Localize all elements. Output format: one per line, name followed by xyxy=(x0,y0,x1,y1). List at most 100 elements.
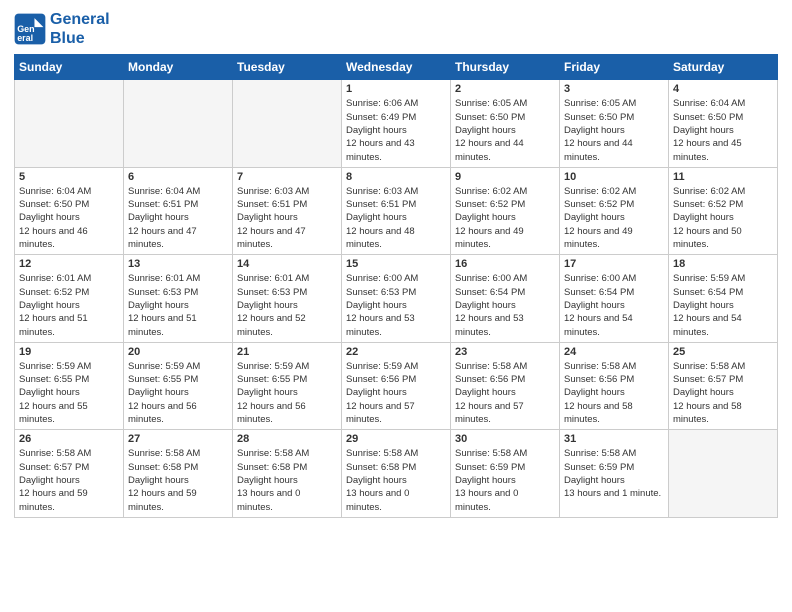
sunrise-label: Sunrise: 6:01 AM xyxy=(237,273,309,284)
daylight-value: 12 hours and 59 minutes. xyxy=(19,488,88,512)
day-number: 12 xyxy=(19,258,119,270)
day-info: Sunrise: 5:58 AM Sunset: 6:56 PM Dayligh… xyxy=(564,360,664,426)
sunset-label: Sunset: 6:51 PM xyxy=(128,199,198,210)
day-info: Sunrise: 6:01 AM Sunset: 6:52 PM Dayligh… xyxy=(19,272,119,338)
calendar-header: Sunday Monday Tuesday Wednesday Thursday… xyxy=(15,55,778,80)
col-sunday: Sunday xyxy=(15,55,124,80)
calendar-cell: 1 Sunrise: 6:06 AM Sunset: 6:49 PM Dayli… xyxy=(342,80,451,167)
day-info: Sunrise: 6:02 AM Sunset: 6:52 PM Dayligh… xyxy=(455,185,555,251)
logo-general: General xyxy=(50,11,110,28)
daylight-value: 12 hours and 43 minutes. xyxy=(346,138,415,162)
day-info: Sunrise: 5:58 AM Sunset: 6:58 PM Dayligh… xyxy=(237,447,337,513)
calendar-cell: 13 Sunrise: 6:01 AM Sunset: 6:53 PM Dayl… xyxy=(124,255,233,342)
day-info: Sunrise: 6:00 AM Sunset: 6:54 PM Dayligh… xyxy=(564,272,664,338)
col-friday: Friday xyxy=(560,55,669,80)
daylight-label: Daylight hours xyxy=(455,125,516,136)
sunset-label: Sunset: 6:59 PM xyxy=(564,462,634,473)
daylight-label: Daylight hours xyxy=(564,125,625,136)
daylight-label: Daylight hours xyxy=(673,212,734,223)
daylight-value: 12 hours and 55 minutes. xyxy=(19,401,88,425)
calendar-cell: 4 Sunrise: 6:04 AM Sunset: 6:50 PM Dayli… xyxy=(669,80,778,167)
day-number: 22 xyxy=(346,346,446,358)
daylight-label: Daylight hours xyxy=(128,300,189,311)
day-number: 18 xyxy=(673,258,773,270)
sunset-label: Sunset: 6:53 PM xyxy=(346,287,416,298)
calendar-cell: 5 Sunrise: 6:04 AM Sunset: 6:50 PM Dayli… xyxy=(15,167,124,254)
daylight-label: Daylight hours xyxy=(19,387,80,398)
sunset-label: Sunset: 6:56 PM xyxy=(455,374,525,385)
sunset-label: Sunset: 6:56 PM xyxy=(564,374,634,385)
daylight-label: Daylight hours xyxy=(346,387,407,398)
daylight-label: Daylight hours xyxy=(455,212,516,223)
calendar-cell: 29 Sunrise: 5:58 AM Sunset: 6:58 PM Dayl… xyxy=(342,430,451,517)
day-number: 13 xyxy=(128,258,228,270)
day-number: 8 xyxy=(346,171,446,183)
day-number: 7 xyxy=(237,171,337,183)
day-info: Sunrise: 5:59 AM Sunset: 6:54 PM Dayligh… xyxy=(673,272,773,338)
daylight-label: Daylight hours xyxy=(564,212,625,223)
day-info: Sunrise: 6:04 AM Sunset: 6:50 PM Dayligh… xyxy=(19,185,119,251)
sunset-label: Sunset: 6:55 PM xyxy=(128,374,198,385)
calendar-cell: 15 Sunrise: 6:00 AM Sunset: 6:53 PM Dayl… xyxy=(342,255,451,342)
daylight-value: 12 hours and 51 minutes. xyxy=(128,313,197,337)
day-info: Sunrise: 5:59 AM Sunset: 6:56 PM Dayligh… xyxy=(346,360,446,426)
daylight-label: Daylight hours xyxy=(237,212,298,223)
sunrise-label: Sunrise: 6:00 AM xyxy=(346,273,418,284)
calendar-week-3: 19 Sunrise: 5:59 AM Sunset: 6:55 PM Dayl… xyxy=(15,342,778,429)
calendar-cell: 7 Sunrise: 6:03 AM Sunset: 6:51 PM Dayli… xyxy=(233,167,342,254)
daylight-label: Daylight hours xyxy=(19,475,80,486)
sunrise-label: Sunrise: 6:01 AM xyxy=(128,273,200,284)
daylight-label: Daylight hours xyxy=(673,125,734,136)
calendar-cell: 11 Sunrise: 6:02 AM Sunset: 6:52 PM Dayl… xyxy=(669,167,778,254)
daylight-value: 12 hours and 48 minutes. xyxy=(346,226,415,250)
page: Gen eral General Blue Sunday Monday Tues… xyxy=(0,0,792,612)
sunrise-label: Sunrise: 6:04 AM xyxy=(673,98,745,109)
daylight-value: 12 hours and 49 minutes. xyxy=(455,226,524,250)
day-info: Sunrise: 5:58 AM Sunset: 6:58 PM Dayligh… xyxy=(346,447,446,513)
sunset-label: Sunset: 6:57 PM xyxy=(19,462,89,473)
day-info: Sunrise: 5:58 AM Sunset: 6:58 PM Dayligh… xyxy=(128,447,228,513)
sunset-label: Sunset: 6:52 PM xyxy=(455,199,525,210)
daylight-value: 12 hours and 47 minutes. xyxy=(237,226,306,250)
calendar-cell: 20 Sunrise: 5:59 AM Sunset: 6:55 PM Dayl… xyxy=(124,342,233,429)
daylight-value: 12 hours and 47 minutes. xyxy=(128,226,197,250)
daylight-value: 12 hours and 45 minutes. xyxy=(673,138,742,162)
sunset-label: Sunset: 6:58 PM xyxy=(128,462,198,473)
sunrise-label: Sunrise: 6:05 AM xyxy=(455,98,527,109)
sunset-label: Sunset: 6:52 PM xyxy=(673,199,743,210)
daylight-value: 12 hours and 44 minutes. xyxy=(564,138,633,162)
daylight-value: 12 hours and 59 minutes. xyxy=(128,488,197,512)
day-info: Sunrise: 5:58 AM Sunset: 6:59 PM Dayligh… xyxy=(455,447,555,513)
sunrise-label: Sunrise: 5:58 AM xyxy=(346,448,418,459)
calendar-cell xyxy=(15,80,124,167)
day-info: Sunrise: 5:58 AM Sunset: 6:56 PM Dayligh… xyxy=(455,360,555,426)
daylight-value: 12 hours and 58 minutes. xyxy=(673,401,742,425)
sunrise-label: Sunrise: 6:05 AM xyxy=(564,98,636,109)
sunset-label: Sunset: 6:52 PM xyxy=(19,287,89,298)
day-info: Sunrise: 6:06 AM Sunset: 6:49 PM Dayligh… xyxy=(346,97,446,163)
daylight-label: Daylight hours xyxy=(455,387,516,398)
col-tuesday: Tuesday xyxy=(233,55,342,80)
calendar-cell: 21 Sunrise: 5:59 AM Sunset: 6:55 PM Dayl… xyxy=(233,342,342,429)
sunset-label: Sunset: 6:53 PM xyxy=(128,287,198,298)
daylight-value: 12 hours and 54 minutes. xyxy=(564,313,633,337)
logo: Gen eral General Blue xyxy=(14,10,110,48)
calendar-cell: 23 Sunrise: 5:58 AM Sunset: 6:56 PM Dayl… xyxy=(451,342,560,429)
daylight-label: Daylight hours xyxy=(455,300,516,311)
sunrise-label: Sunrise: 5:59 AM xyxy=(19,361,91,372)
sunset-label: Sunset: 6:52 PM xyxy=(564,199,634,210)
daylight-value: 13 hours and 1 minute. xyxy=(564,488,661,499)
calendar-cell: 10 Sunrise: 6:02 AM Sunset: 6:52 PM Dayl… xyxy=(560,167,669,254)
calendar-cell: 18 Sunrise: 5:59 AM Sunset: 6:54 PM Dayl… xyxy=(669,255,778,342)
day-number: 15 xyxy=(346,258,446,270)
sunrise-label: Sunrise: 5:58 AM xyxy=(237,448,309,459)
day-info: Sunrise: 6:03 AM Sunset: 6:51 PM Dayligh… xyxy=(346,185,446,251)
day-info: Sunrise: 6:02 AM Sunset: 6:52 PM Dayligh… xyxy=(564,185,664,251)
sunset-label: Sunset: 6:55 PM xyxy=(19,374,89,385)
day-number: 20 xyxy=(128,346,228,358)
sunrise-label: Sunrise: 6:04 AM xyxy=(128,186,200,197)
day-info: Sunrise: 6:01 AM Sunset: 6:53 PM Dayligh… xyxy=(128,272,228,338)
calendar-cell: 6 Sunrise: 6:04 AM Sunset: 6:51 PM Dayli… xyxy=(124,167,233,254)
day-info: Sunrise: 5:59 AM Sunset: 6:55 PM Dayligh… xyxy=(128,360,228,426)
sunrise-label: Sunrise: 5:59 AM xyxy=(673,273,745,284)
